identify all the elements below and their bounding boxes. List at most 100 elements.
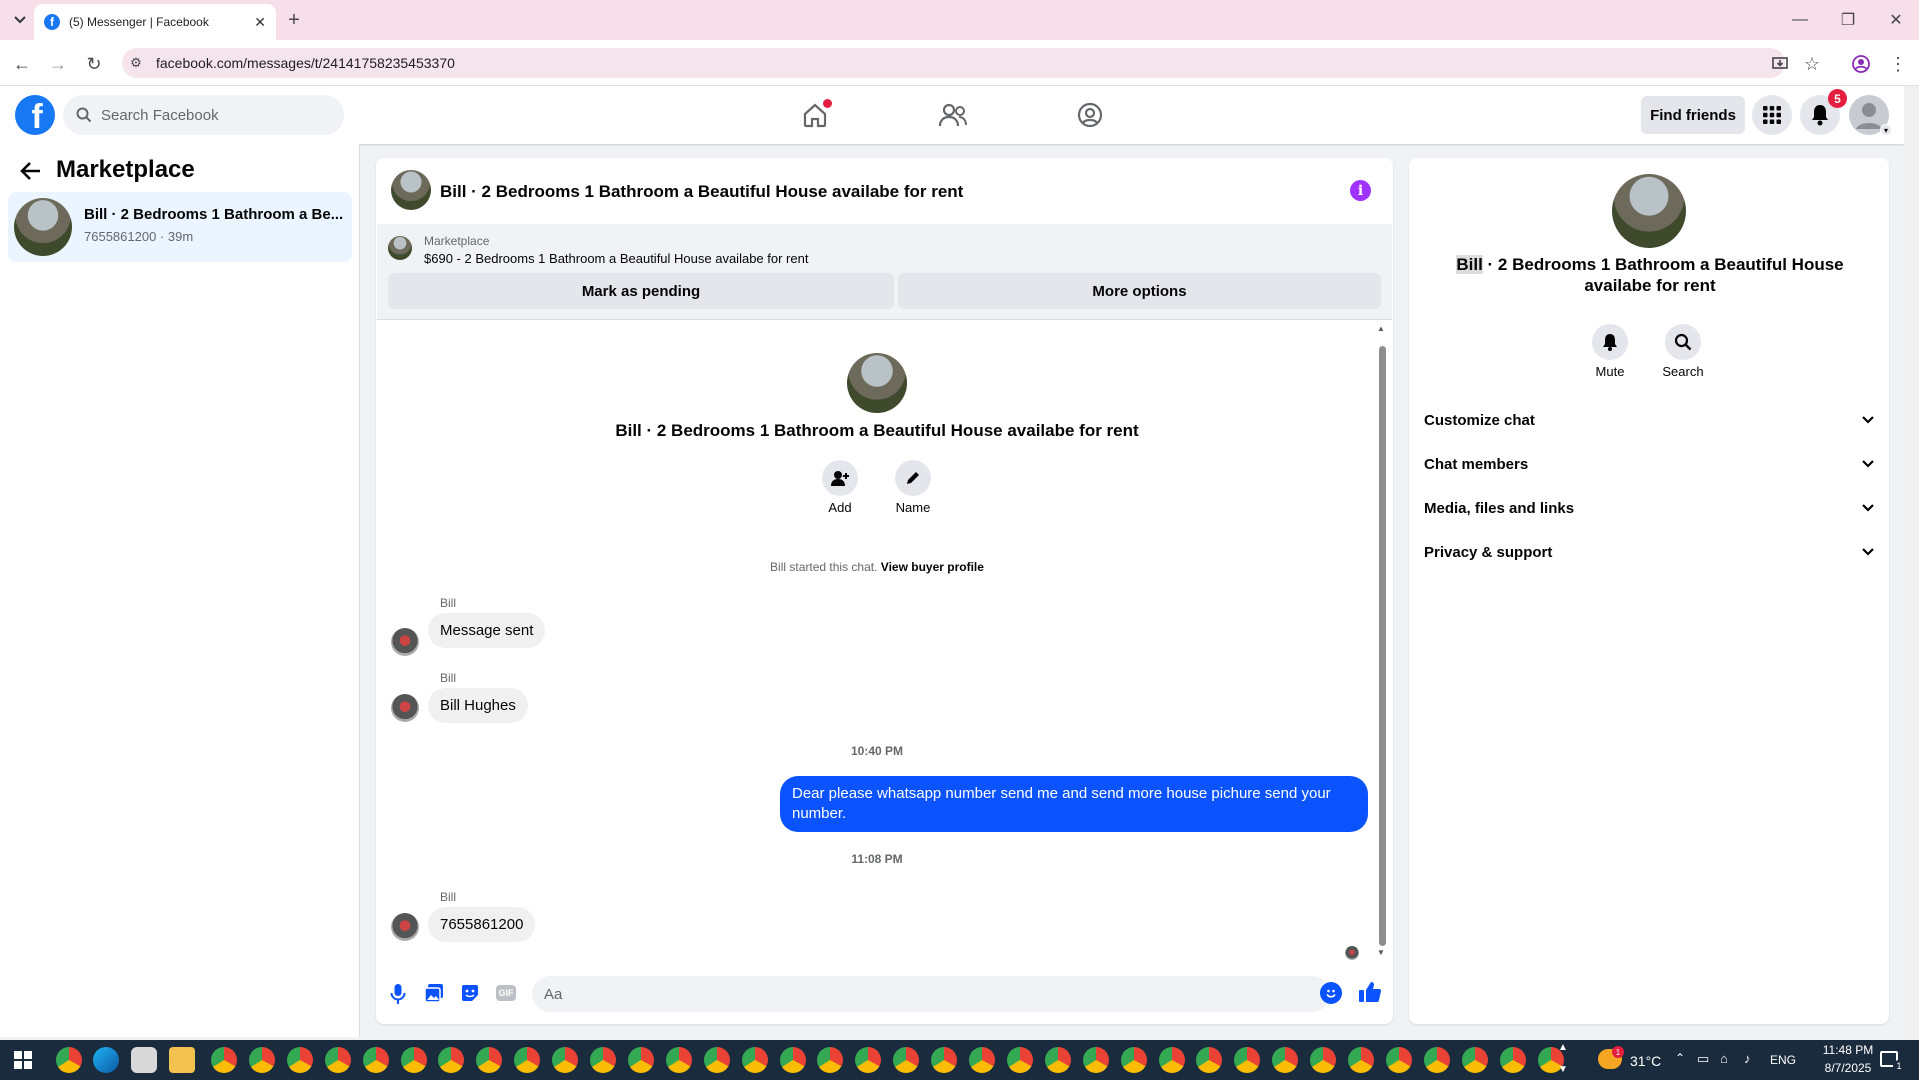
outgoing-message-bubble[interactable]: Dear please whatsapp number send me and … bbox=[780, 776, 1368, 832]
file-explorer-taskbar-icon[interactable] bbox=[169, 1047, 195, 1073]
chrome-window-taskbar-icon[interactable] bbox=[665, 1047, 692, 1073]
attach-photo-icon[interactable] bbox=[424, 983, 444, 1003]
incoming-message-bubble[interactable]: 7655861200 bbox=[428, 907, 536, 942]
chrome-taskbar-icon[interactable] bbox=[56, 1047, 82, 1073]
nav-profile-icon[interactable] bbox=[1070, 95, 1110, 135]
sender-avatar[interactable] bbox=[391, 694, 419, 722]
clock-time[interactable]: 11:48 PM bbox=[1808, 1043, 1888, 1057]
chrome-window-taskbar-icon[interactable] bbox=[931, 1047, 958, 1073]
chrome-window-taskbar-icon[interactable] bbox=[590, 1047, 616, 1073]
media-files-links-section[interactable]: Media, files and links bbox=[1424, 488, 1874, 528]
chrome-window-taskbar-icon[interactable] bbox=[1158, 1047, 1185, 1073]
chrome-window-taskbar-icon[interactable] bbox=[893, 1047, 920, 1073]
chrome-window-taskbar-icon[interactable] bbox=[703, 1047, 730, 1073]
message-input[interactable]: Aa bbox=[532, 976, 1330, 1012]
scroll-down-icon[interactable]: ▼ bbox=[1377, 948, 1385, 957]
profile-icon[interactable] bbox=[1849, 52, 1873, 76]
mute-button[interactable] bbox=[1592, 324, 1628, 360]
listing-summary[interactable]: $690 - 2 Bedrooms 1 Bathroom a Beautiful… bbox=[424, 251, 808, 266]
window-restore-icon[interactable]: ❐ bbox=[1836, 8, 1860, 32]
chrome-window-taskbar-icon[interactable] bbox=[1006, 1047, 1033, 1073]
listing-thumbnail[interactable] bbox=[388, 236, 412, 260]
chat-header-avatar[interactable] bbox=[391, 170, 431, 210]
new-tab-icon[interactable]: + bbox=[283, 9, 305, 31]
search-in-conversation-button[interactable] bbox=[1665, 324, 1701, 360]
more-options-button[interactable]: More options bbox=[898, 273, 1381, 309]
address-bar[interactable]: facebook.com/messages/t/2414175823545337… bbox=[122, 48, 1785, 78]
chrome-window-taskbar-icon[interactable] bbox=[286, 1047, 313, 1073]
voice-clip-icon[interactable] bbox=[390, 983, 406, 1005]
language-indicator[interactable]: ENG bbox=[1770, 1053, 1796, 1067]
chat-scrollbar-thumb[interactable] bbox=[1379, 346, 1386, 946]
chrome-window-taskbar-icon[interactable] bbox=[1423, 1047, 1450, 1073]
taskbar-scroll-up-icon[interactable]: ▲ bbox=[1558, 1042, 1568, 1053]
tray-chevron-icon[interactable]: ⌃ bbox=[1675, 1051, 1685, 1065]
chrome-window-taskbar-icon[interactable] bbox=[969, 1047, 995, 1073]
chrome-window-taskbar-icon[interactable] bbox=[1461, 1047, 1488, 1073]
clock-date[interactable]: 8/7/2025 bbox=[1808, 1061, 1888, 1075]
edit-name-button[interactable] bbox=[895, 460, 931, 496]
mark-as-pending-button[interactable]: Mark as pending bbox=[388, 273, 894, 309]
tab-close-icon[interactable]: ✕ bbox=[254, 14, 266, 31]
chrome-window-taskbar-icon[interactable] bbox=[1044, 1047, 1071, 1073]
gif-icon[interactable]: GIF bbox=[496, 985, 516, 1001]
add-people-button[interactable] bbox=[822, 460, 858, 496]
chat-header-title[interactable]: Bill · 2 Bedrooms 1 Bathroom a Beautiful… bbox=[440, 182, 963, 202]
sender-avatar[interactable] bbox=[391, 628, 419, 656]
chrome-window-taskbar-icon[interactable] bbox=[627, 1047, 654, 1073]
chrome-window-taskbar-icon[interactable] bbox=[324, 1047, 351, 1073]
incoming-message-bubble[interactable]: Bill Hughes bbox=[428, 688, 528, 723]
chrome-window-taskbar-icon[interactable] bbox=[400, 1047, 427, 1073]
browser-menu-icon[interactable]: ⋮ bbox=[1886, 52, 1910, 76]
account-chevron-icon[interactable]: ▾ bbox=[1880, 124, 1892, 136]
facebook-search-input[interactable]: Search Facebook bbox=[63, 95, 344, 135]
chrome-window-taskbar-icon[interactable] bbox=[1348, 1047, 1374, 1073]
chrome-window-taskbar-icon[interactable] bbox=[1385, 1047, 1412, 1073]
view-buyer-profile-link[interactable]: View buyer profile bbox=[881, 560, 984, 574]
chrome-window-taskbar-icon[interactable] bbox=[1310, 1047, 1337, 1073]
chrome-window-taskbar-icon[interactable] bbox=[1120, 1047, 1147, 1073]
volume-icon[interactable]: ♪ bbox=[1744, 1051, 1751, 1066]
bookmark-star-icon[interactable]: ☆ bbox=[1800, 52, 1824, 76]
tab-search-icon[interactable] bbox=[8, 8, 32, 32]
sender-avatar[interactable] bbox=[391, 913, 419, 941]
menu-grid-icon[interactable] bbox=[1752, 95, 1792, 135]
window-close-icon[interactable]: ✕ bbox=[1884, 8, 1908, 32]
chat-members-section[interactable]: Chat members bbox=[1424, 444, 1874, 484]
taskbar-scroll-down-icon[interactable]: ▼ bbox=[1558, 1064, 1568, 1075]
chrome-window-taskbar-icon[interactable] bbox=[1082, 1047, 1109, 1073]
tray-device-icon[interactable]: ▭ bbox=[1697, 1051, 1709, 1067]
facebook-logo-icon[interactable]: f bbox=[15, 95, 55, 135]
find-friends-button[interactable]: Find friends bbox=[1641, 96, 1745, 134]
emoji-icon[interactable] bbox=[1320, 982, 1342, 1004]
chrome-window-taskbar-icon[interactable] bbox=[779, 1047, 806, 1073]
edge-taskbar-icon[interactable] bbox=[93, 1047, 119, 1073]
install-app-icon[interactable] bbox=[1768, 52, 1792, 76]
page-scrollbar[interactable] bbox=[1904, 86, 1919, 1037]
chrome-window-taskbar-icon[interactable] bbox=[211, 1047, 237, 1073]
temperature-text[interactable]: 31°C bbox=[1630, 1053, 1661, 1069]
scroll-up-icon[interactable]: ▲ bbox=[1377, 324, 1385, 333]
conversation-info-icon[interactable]: i bbox=[1350, 180, 1371, 201]
browser-tab-active[interactable]: f (5) Messenger | Facebook ✕ bbox=[34, 4, 276, 40]
chrome-window-taskbar-icon[interactable] bbox=[1499, 1047, 1526, 1073]
chrome-window-taskbar-icon[interactable] bbox=[552, 1047, 579, 1073]
back-icon[interactable]: ← bbox=[10, 52, 34, 76]
chrome-window-taskbar-icon[interactable] bbox=[1272, 1047, 1299, 1073]
chrome-window-taskbar-icon[interactable] bbox=[248, 1047, 275, 1073]
app-taskbar-icon[interactable] bbox=[131, 1047, 157, 1073]
forward-icon[interactable]: → bbox=[46, 52, 70, 76]
back-arrow-icon[interactable] bbox=[20, 161, 42, 181]
details-avatar[interactable] bbox=[1612, 174, 1686, 248]
thumbs-up-icon[interactable] bbox=[1358, 980, 1382, 1004]
sticker-icon[interactable] bbox=[460, 983, 480, 1003]
window-minimize-icon[interactable]: — bbox=[1788, 8, 1812, 32]
reload-icon[interactable]: ↻ bbox=[82, 52, 106, 76]
incoming-message-bubble[interactable]: Message sent bbox=[428, 613, 546, 648]
privacy-support-section[interactable]: Privacy & support bbox=[1424, 532, 1874, 572]
customize-chat-section[interactable]: Customize chat bbox=[1424, 400, 1874, 440]
windows-start-icon[interactable] bbox=[14, 1051, 32, 1069]
nav-friends-icon[interactable] bbox=[933, 95, 973, 135]
site-info-icon[interactable]: ⚙ bbox=[128, 55, 144, 71]
chrome-window-taskbar-icon[interactable] bbox=[741, 1047, 768, 1073]
